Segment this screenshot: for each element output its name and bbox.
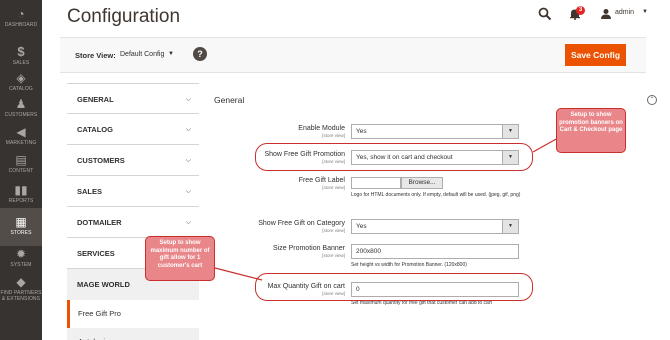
- label-main: Size Promotion Banner: [273, 245, 345, 252]
- nav-item-partners[interactable]: ◆ FIND PARTNERS & EXTENSIONS: [0, 268, 42, 314]
- label-text: Free Gift Label [store view]: [195, 177, 345, 190]
- nav-label: FIND PARTNERS & EXTENSIONS: [0, 290, 42, 302]
- tab-dotmailer[interactable]: DOTMAILER ⌵: [67, 207, 199, 238]
- label-main: Free Gift Label: [298, 177, 345, 184]
- tab-catalog[interactable]: CATALOG ⌵: [67, 114, 199, 145]
- banner-size-note: Set height vs width for Promotion Banner…: [351, 262, 467, 268]
- page-title: Configuration: [67, 6, 181, 27]
- box-icon: ◈: [16, 71, 26, 85]
- subtab-free-gift-pro[interactable]: Free Gift Pro: [67, 300, 199, 328]
- bar-chart-icon: ▮▮: [14, 183, 28, 197]
- callout-max-gift: Setup to show maximum number of gift all…: [145, 236, 215, 281]
- megaphone-icon: ◀: [16, 125, 26, 139]
- subtab-autologin[interactable]: Autologin: [67, 328, 199, 340]
- tab-label: GENERAL: [77, 95, 114, 104]
- store-switcher-bar: Store View: Default Config ▼ ? Save Conf…: [60, 37, 646, 73]
- user-icon[interactable]: [600, 8, 612, 20]
- scope-label: [store view]: [322, 228, 345, 233]
- label-main: Show Free Gift on Category: [258, 220, 345, 227]
- tab-label: DOTMAILER: [77, 218, 122, 227]
- tab-sales[interactable]: SALES ⌵: [67, 176, 199, 207]
- tab-label: SERVICES: [77, 249, 115, 258]
- show-on-category-select[interactable]: Yes ▼: [351, 219, 519, 234]
- search-icon[interactable]: [538, 7, 552, 21]
- banner-size-input[interactable]: 200x800: [351, 244, 519, 259]
- gift-label-note: Logo for HTML documents only. If empty, …: [351, 192, 521, 198]
- admin-sidebar: ◔ DASHBOARD $ SALES ◈ CATALOG ♟ CUSTOMER…: [0, 0, 42, 340]
- callout-banners: Setup to show promotion banners on Cart …: [556, 108, 626, 153]
- config-tabs: GENERAL ⌵ CATALOG ⌵ CUSTOMERS ⌵ SALES ⌵ DOTM…: [67, 83, 199, 340]
- nav-label: DASHBOARD: [4, 22, 38, 28]
- content-icon: ▤: [15, 153, 27, 167]
- notification-badge: 3: [576, 6, 585, 15]
- file-input[interactable]: [351, 177, 401, 189]
- tab-label: CATALOG: [77, 125, 113, 134]
- dollar-icon: $: [17, 44, 25, 59]
- nav-label: STORES: [10, 230, 32, 236]
- chevron-down-icon: ⌵: [185, 219, 191, 226]
- nav-item-dashboard[interactable]: ◔ DASHBOARD: [0, 0, 42, 38]
- nav-label: REPORTS: [8, 198, 34, 204]
- tab-general[interactable]: GENERAL ⌵: [67, 83, 199, 114]
- puzzle-icon: ◆: [16, 275, 26, 289]
- chevron-down-icon: ⌵: [185, 188, 191, 195]
- chevron-down-icon: ⌵: [185, 157, 191, 164]
- section-title[interactable]: General: [214, 95, 244, 105]
- label-text: Show Free Gift on Category [store view]: [195, 220, 345, 233]
- dashboard-icon: ◔: [17, 7, 25, 21]
- enable-module-select[interactable]: Yes ▼: [351, 124, 519, 139]
- store-view-label: Store View:: [75, 51, 116, 60]
- tab-customers[interactable]: CUSTOMERS ⌵: [67, 145, 199, 176]
- highlight-show-promotion: [255, 143, 533, 171]
- chevron-down-icon: ⌵: [185, 96, 191, 103]
- scope-label: [store view]: [322, 133, 345, 138]
- person-icon: ♟: [15, 97, 27, 111]
- help-icon[interactable]: ?: [193, 47, 207, 61]
- chevron-down-icon[interactable]: ▼: [168, 51, 174, 57]
- chevron-down-icon[interactable]: ▼: [642, 9, 648, 15]
- gear-icon: ✹: [15, 247, 27, 261]
- store-icon: ▦: [15, 215, 27, 229]
- highlight-max-qty: [255, 273, 533, 301]
- label-main: Enable Module: [298, 125, 345, 132]
- tab-label: CUSTOMERS: [77, 156, 125, 165]
- chevron-down-icon: ▼: [502, 220, 518, 233]
- scope-label: [store view]: [322, 185, 345, 190]
- select-value: Yes: [356, 223, 367, 230]
- select-value: Yes: [356, 128, 367, 135]
- collapse-icon[interactable]: ⌃: [647, 95, 657, 105]
- browse-button[interactable]: Browse...: [401, 177, 443, 189]
- store-view-dropdown[interactable]: Default Config: [120, 51, 164, 58]
- label-text: Enable Module [store view]: [195, 125, 345, 138]
- label-text: Size Promotion Banner [store view]: [195, 245, 345, 258]
- chevron-down-icon: ⌵: [185, 126, 191, 133]
- nav-label: CONTENT: [8, 168, 34, 174]
- tab-label: SALES: [77, 187, 103, 196]
- scope-label: [store view]: [322, 253, 345, 258]
- chevron-down-icon: ▼: [502, 125, 518, 138]
- user-menu[interactable]: admin: [615, 9, 634, 16]
- save-config-button[interactable]: Save Config: [565, 44, 626, 66]
- tab-label: MAGE WORLD: [77, 280, 130, 289]
